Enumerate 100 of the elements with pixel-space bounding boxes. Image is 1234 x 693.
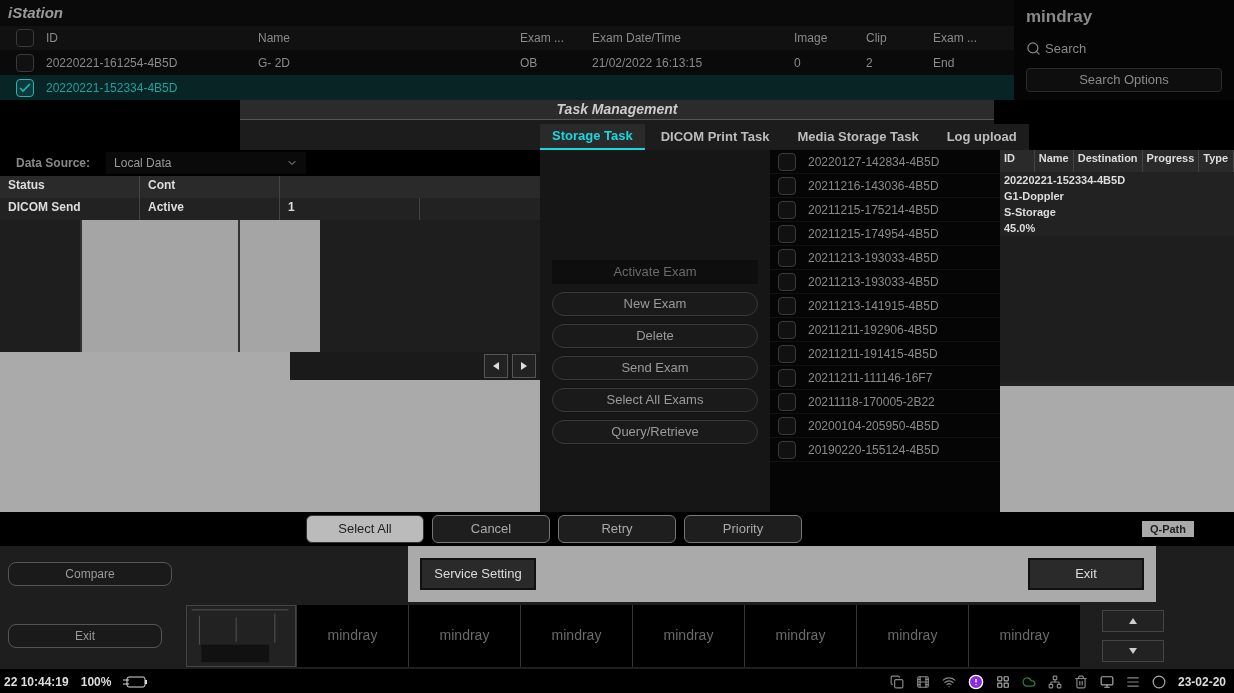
column-header[interactable]: ID xyxy=(46,29,246,47)
thumbnail-slot[interactable]: mindray xyxy=(520,604,632,667)
list-icon[interactable] xyxy=(1125,675,1140,689)
checkbox[interactable] xyxy=(778,224,796,243)
checkbox[interactable] xyxy=(778,200,796,219)
task-row[interactable]: 20220221-152334-4B5D G1-Doppler S-Storage 45.0% xyxy=(1000,172,1234,236)
brand-watermark: mindray xyxy=(775,626,826,645)
left-triangle-icon xyxy=(492,362,500,370)
exit-button[interactable]: Exit xyxy=(1028,558,1144,590)
thumbnail-slot[interactable]: mindray xyxy=(408,604,520,667)
exam-row[interactable]: 20211211-192906-4B5D xyxy=(770,318,1000,342)
previous-page-button[interactable] xyxy=(484,354,508,378)
down-triangle-icon xyxy=(1129,647,1137,654)
circle-icon[interactable] xyxy=(1151,675,1166,689)
alert-icon[interactable] xyxy=(967,674,984,690)
checkbox[interactable] xyxy=(778,272,796,291)
search-field[interactable]: Search xyxy=(1045,38,1195,59)
checkbox[interactable] xyxy=(778,320,796,339)
trash-icon[interactable] xyxy=(1073,675,1088,689)
table-cell-text: G1-Doppler xyxy=(1003,189,1065,204)
film-reel-icon[interactable] xyxy=(915,675,930,689)
table-row[interactable]: 20220221-152334-4B5D xyxy=(0,75,1014,100)
status-date: 23-02-20 xyxy=(1177,674,1227,691)
column-header[interactable]: Exam ... xyxy=(520,29,580,47)
exam-action-button[interactable]: New Exam xyxy=(552,292,758,316)
exam-id: 20211213-141915-4B5D xyxy=(808,297,939,315)
thumbnail-slot[interactable]: mindray xyxy=(968,604,1080,667)
service-setting-button[interactable]: Service Setting xyxy=(420,558,536,590)
checkbox[interactable] xyxy=(778,176,796,195)
exam-id: 20211215-174954-4B5D xyxy=(808,225,939,243)
next-page-button[interactable] xyxy=(512,354,536,378)
battery-plug-icon xyxy=(123,676,148,688)
checkbox[interactable] xyxy=(778,248,796,267)
exam-action-button[interactable]: Query/Retrieve xyxy=(552,420,758,444)
exam-row[interactable]: 20211213-141915-4B5D xyxy=(770,294,1000,318)
monitor-icon[interactable] xyxy=(1099,675,1114,689)
checkbox[interactable] xyxy=(16,29,34,47)
brand-watermark: mindray xyxy=(551,626,602,645)
exam-row[interactable]: 20211118-170005-2B22 xyxy=(770,390,1000,414)
column-header[interactable]: Exam ... xyxy=(933,29,993,47)
exam-row[interactable]: 20211211-111146-16F7 xyxy=(770,366,1000,390)
cloud-icon[interactable] xyxy=(1021,675,1036,689)
dialog-button[interactable]: Priority xyxy=(684,515,802,543)
exit-side-button[interactable]: Exit xyxy=(8,623,162,648)
grid-icon[interactable] xyxy=(995,675,1010,689)
exam-id: 20211211-191415-4B5D xyxy=(808,345,938,363)
up-triangle-icon xyxy=(1129,617,1137,624)
column-header[interactable]: Name xyxy=(258,29,508,47)
exam-row[interactable]: 20211213-193033-4B5D xyxy=(770,270,1000,294)
exam-action-button[interactable]: Delete xyxy=(552,324,758,348)
table-row[interactable]: 20220221-161254-4B5D G- 2D OB 21/02/2022 16:13:15 0 2 End xyxy=(0,50,1014,75)
thumbnail-slot[interactable]: mindray xyxy=(744,604,856,667)
exam-row[interactable]: 20211213-193033-4B5D xyxy=(770,246,1000,270)
table-cell-text: 2 xyxy=(866,54,874,72)
exam-action-button[interactable]: Send Exam xyxy=(552,356,758,380)
queue-row[interactable]: DICOM Send Active 1 xyxy=(0,198,540,220)
scroll-up-button[interactable] xyxy=(1102,609,1164,632)
compare-button[interactable]: Compare xyxy=(8,562,172,586)
exam-row[interactable]: 20211216-143036-4B5D xyxy=(770,174,1000,198)
network-icon[interactable] xyxy=(1047,675,1062,689)
thumbnail-slot[interactable]: mindray xyxy=(632,604,744,667)
column-header[interactable]: Clip xyxy=(866,29,921,47)
wifi-icon[interactable] xyxy=(941,675,956,689)
exam-row[interactable]: 20211215-174954-4B5D xyxy=(770,222,1000,246)
exam-row[interactable]: 20211211-191415-4B5D xyxy=(770,342,1000,366)
table-cell-text: 20220221-161254-4B5D xyxy=(46,54,179,72)
checkbox[interactable] xyxy=(778,152,796,171)
table-cell-text: G- 2D xyxy=(258,54,291,72)
windows-icon[interactable] xyxy=(889,675,904,689)
brand-watermark: mindray xyxy=(327,626,378,645)
checkbox[interactable] xyxy=(16,78,34,97)
table-cell-text: S-Storage xyxy=(1003,205,1057,220)
thumbnail-slot[interactable]: mindray xyxy=(296,604,408,667)
check-icon xyxy=(19,82,31,93)
exam-action-button[interactable]: Select All Exams xyxy=(552,388,758,412)
brand-watermark: mindray xyxy=(663,626,714,645)
checkbox[interactable] xyxy=(16,53,34,72)
exam-id: 20220127-142834-4B5D xyxy=(808,153,940,171)
scroll-down-button[interactable] xyxy=(1102,639,1164,662)
checkbox[interactable] xyxy=(778,344,796,363)
checkbox[interactable] xyxy=(778,440,796,459)
dialog-button[interactable]: Select All xyxy=(306,515,424,543)
dialog-button[interactable]: Cancel xyxy=(432,515,550,543)
right-triangle-icon xyxy=(520,362,528,370)
checkbox[interactable] xyxy=(778,368,796,387)
dialog-button[interactable]: Retry xyxy=(558,515,676,543)
exam-row[interactable]: 20200104-205950-4B5D xyxy=(770,414,1000,438)
exam-row[interactable]: 20220127-142834-4B5D xyxy=(770,150,1000,174)
checkbox[interactable] xyxy=(778,392,796,411)
column-header[interactable]: Exam Date/Time xyxy=(592,29,782,47)
tab[interactable]: Storage Task xyxy=(540,124,645,150)
checkbox[interactable] xyxy=(778,416,796,435)
exam-row[interactable]: 20190220-155124-4B5D xyxy=(770,438,1000,462)
exam-row[interactable]: 20211215-175214-4B5D xyxy=(770,198,1000,222)
checkbox[interactable] xyxy=(778,296,796,315)
thumbnail-slot[interactable]: mindray xyxy=(856,604,968,667)
data-source-dropdown[interactable]: Local Data xyxy=(106,152,307,174)
search-options-button[interactable]: Search Options xyxy=(1026,67,1222,92)
column-header[interactable]: Image xyxy=(794,29,854,47)
exam-id: 20211213-193033-4B5D xyxy=(808,273,939,291)
